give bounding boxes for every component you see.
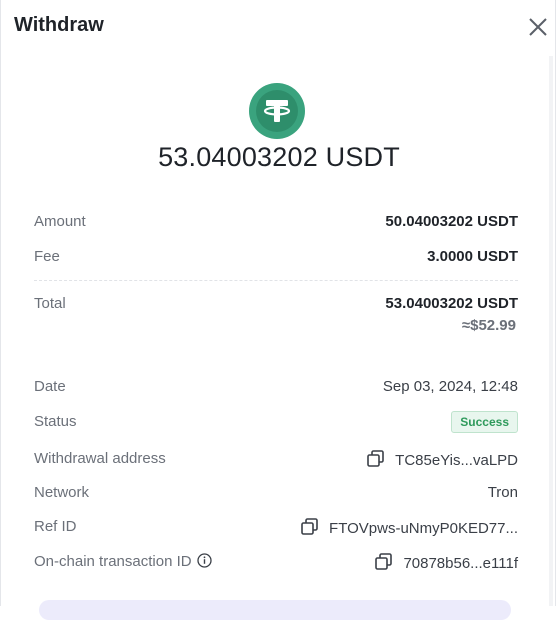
summary-divider xyxy=(34,280,518,281)
date-label: Date xyxy=(34,378,66,395)
withdrawal-address-row: Withdrawal address TC85eYis...vaLPD xyxy=(34,447,518,471)
copy-icon[interactable] xyxy=(375,553,393,570)
fee-label: Fee xyxy=(34,248,60,265)
txid-label-wrap: On-chain transaction ID xyxy=(34,553,212,570)
copy-icon[interactable] xyxy=(367,450,384,467)
withdrawal-address-label: Withdrawal address xyxy=(34,450,166,467)
network-label: Network xyxy=(34,484,90,501)
amount-row: Amount 50.04003202 USDT xyxy=(34,210,518,234)
ref-id-value[interactable]: FTOVpws-uNmyP0KED77... xyxy=(329,520,518,537)
amount-label: Amount xyxy=(34,213,86,230)
amount-value: 50.04003202 USDT xyxy=(385,213,518,230)
status-label: Status xyxy=(34,413,77,430)
fee-value: 3.0000 USDT xyxy=(427,248,518,265)
close-icon[interactable] xyxy=(525,14,551,40)
fee-row: Fee 3.0000 USDT xyxy=(34,245,518,269)
txid-value-wrap: 70878b56...e111f xyxy=(375,553,518,572)
txid-row: On-chain transaction ID 70878b56...e111f xyxy=(34,550,518,574)
total-fiat-value: ≈$52.99 xyxy=(461,317,516,334)
ref-id-row: Ref ID FTOVpws-uNmyP0KED77... xyxy=(34,515,518,539)
total-row: Total 53.04003202 USDT xyxy=(34,292,518,316)
usdt-tether-icon xyxy=(249,83,305,139)
info-icon[interactable] xyxy=(196,553,212,568)
network-row: Network Tron xyxy=(34,481,518,505)
total-label: Total xyxy=(34,295,66,312)
txid-label: On-chain transaction ID xyxy=(34,553,192,570)
network-value: Tron xyxy=(487,484,518,501)
withdrawal-address-value-wrap: TC85eYis...vaLPD xyxy=(367,450,518,469)
date-value: Sep 03, 2024, 12:48 xyxy=(382,378,518,395)
total-amount-display: 53.04003202 USDT xyxy=(158,142,400,172)
dialog-title: Withdraw xyxy=(14,14,104,36)
ref-id-value-wrap: FTOVpws-uNmyP0KED77... xyxy=(301,518,518,537)
bottom-action-button[interactable] xyxy=(39,600,511,620)
total-value: 53.04003202 USDT xyxy=(385,295,518,312)
scrollbar[interactable] xyxy=(549,56,553,606)
status-row: Status Success xyxy=(34,410,518,434)
status-badge: Success xyxy=(451,411,518,433)
txid-value[interactable]: 70878b56...e111f xyxy=(403,555,518,572)
status-value-wrap: Success xyxy=(451,411,518,433)
ref-id-label: Ref ID xyxy=(34,518,77,535)
withdrawal-address-value[interactable]: TC85eYis...vaLPD xyxy=(395,452,518,469)
withdraw-dialog: Withdraw 53.04003202 USDT Amount 50.0400… xyxy=(0,0,556,620)
date-row: Date Sep 03, 2024, 12:48 xyxy=(34,375,518,399)
copy-icon[interactable] xyxy=(301,518,318,535)
